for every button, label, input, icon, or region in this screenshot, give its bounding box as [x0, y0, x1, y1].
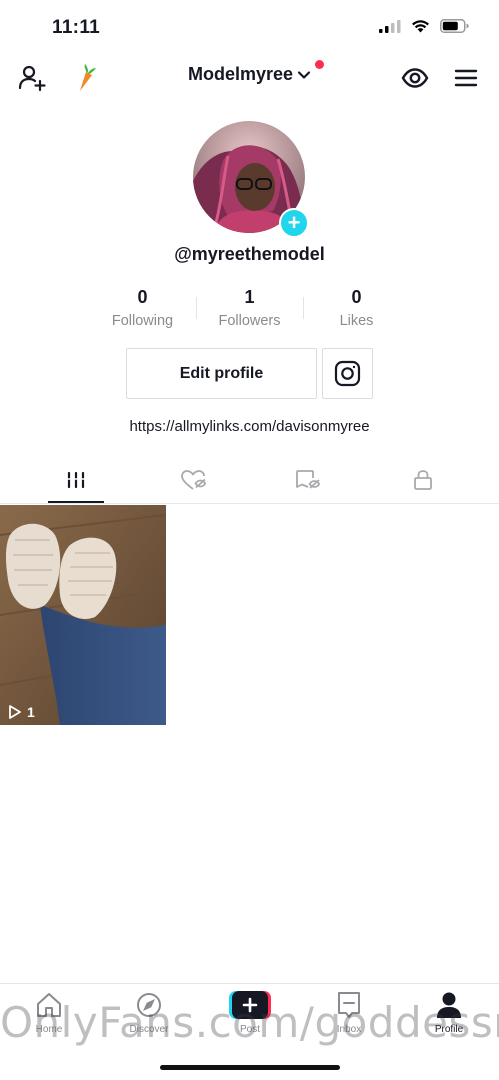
- lock-icon: [414, 470, 432, 490]
- play-count-value: 1: [27, 704, 35, 720]
- person-icon: [437, 992, 461, 1018]
- play-count: 1: [7, 704, 35, 720]
- menu-button[interactable]: [448, 60, 484, 96]
- tab-liked[interactable]: [131, 456, 255, 504]
- header-username: Modelmyree: [187, 64, 294, 84]
- tab-private[interactable]: [361, 456, 485, 504]
- chevron-down-icon: [297, 70, 311, 79]
- nav-post[interactable]: Post: [210, 990, 290, 1035]
- content-tabs: [0, 456, 499, 504]
- bio-link[interactable]: https://allmylinks.com/davisonmyree: [0, 418, 499, 435]
- plus-icon: [229, 991, 271, 1019]
- stat-label: Following: [111, 313, 174, 329]
- wifi-icon: [412, 20, 429, 33]
- nav-inbox[interactable]: Inbox: [309, 990, 389, 1035]
- avatar[interactable]: +: [193, 121, 309, 238]
- nav-label: Inbox: [336, 1024, 362, 1035]
- profile-header: Modelmyree: [0, 56, 499, 100]
- stat-label: Followers: [218, 313, 281, 329]
- profile-stats: 0 Following 1 Followers 0 Likes: [89, 287, 410, 331]
- eye-icon: [401, 68, 429, 88]
- home-icon: [37, 993, 61, 1017]
- profile-views-button[interactable]: [397, 60, 433, 96]
- stat-value: 0: [137, 287, 148, 307]
- instagram-button[interactable]: [322, 348, 373, 399]
- edit-profile-button[interactable]: Edit profile: [126, 348, 317, 399]
- status-time: 11:11: [52, 17, 100, 38]
- stat-label: Likes: [339, 313, 374, 329]
- nav-label: Home: [35, 1024, 63, 1035]
- play-icon: [9, 705, 21, 719]
- active-tab-indicator: [48, 501, 104, 503]
- nav-label: Post: [239, 1024, 260, 1035]
- stat-following[interactable]: 0 Following: [89, 287, 196, 331]
- stat-likes[interactable]: 0 Likes: [303, 287, 410, 331]
- stat-value: 0: [351, 287, 362, 307]
- battery-icon: [440, 19, 469, 33]
- status-bar: 11:11: [0, 0, 499, 56]
- tab-saved[interactable]: [246, 456, 370, 504]
- video-thumbnail[interactable]: 1: [0, 505, 166, 725]
- nav-label: Discover: [129, 1024, 169, 1035]
- nav-label: Profile: [434, 1024, 464, 1035]
- nav-discover[interactable]: Discover: [109, 990, 189, 1035]
- add-avatar-button[interactable]: +: [279, 208, 309, 238]
- status-icons: [379, 19, 469, 33]
- nav-home[interactable]: Home: [9, 990, 89, 1035]
- hidden-bookmark-icon: [296, 470, 321, 489]
- stat-value: 1: [244, 287, 255, 307]
- tab-videos[interactable]: [14, 456, 138, 504]
- signal-icon: [379, 19, 401, 33]
- grid-videos-icon: [66, 471, 86, 489]
- profile-handle: @myreethemodel: [174, 244, 325, 264]
- hamburger-menu-icon: [454, 69, 478, 87]
- home-indicator[interactable]: [160, 1065, 340, 1070]
- instagram-icon: [334, 360, 361, 387]
- video-thumbnail-image: [0, 505, 166, 725]
- inbox-icon: [338, 992, 360, 1018]
- hidden-heart-icon: [181, 470, 206, 490]
- nav-profile[interactable]: Profile: [409, 990, 489, 1035]
- compass-icon: [137, 993, 161, 1017]
- notification-dot: [315, 60, 324, 69]
- stat-followers[interactable]: 1 Followers: [196, 287, 303, 331]
